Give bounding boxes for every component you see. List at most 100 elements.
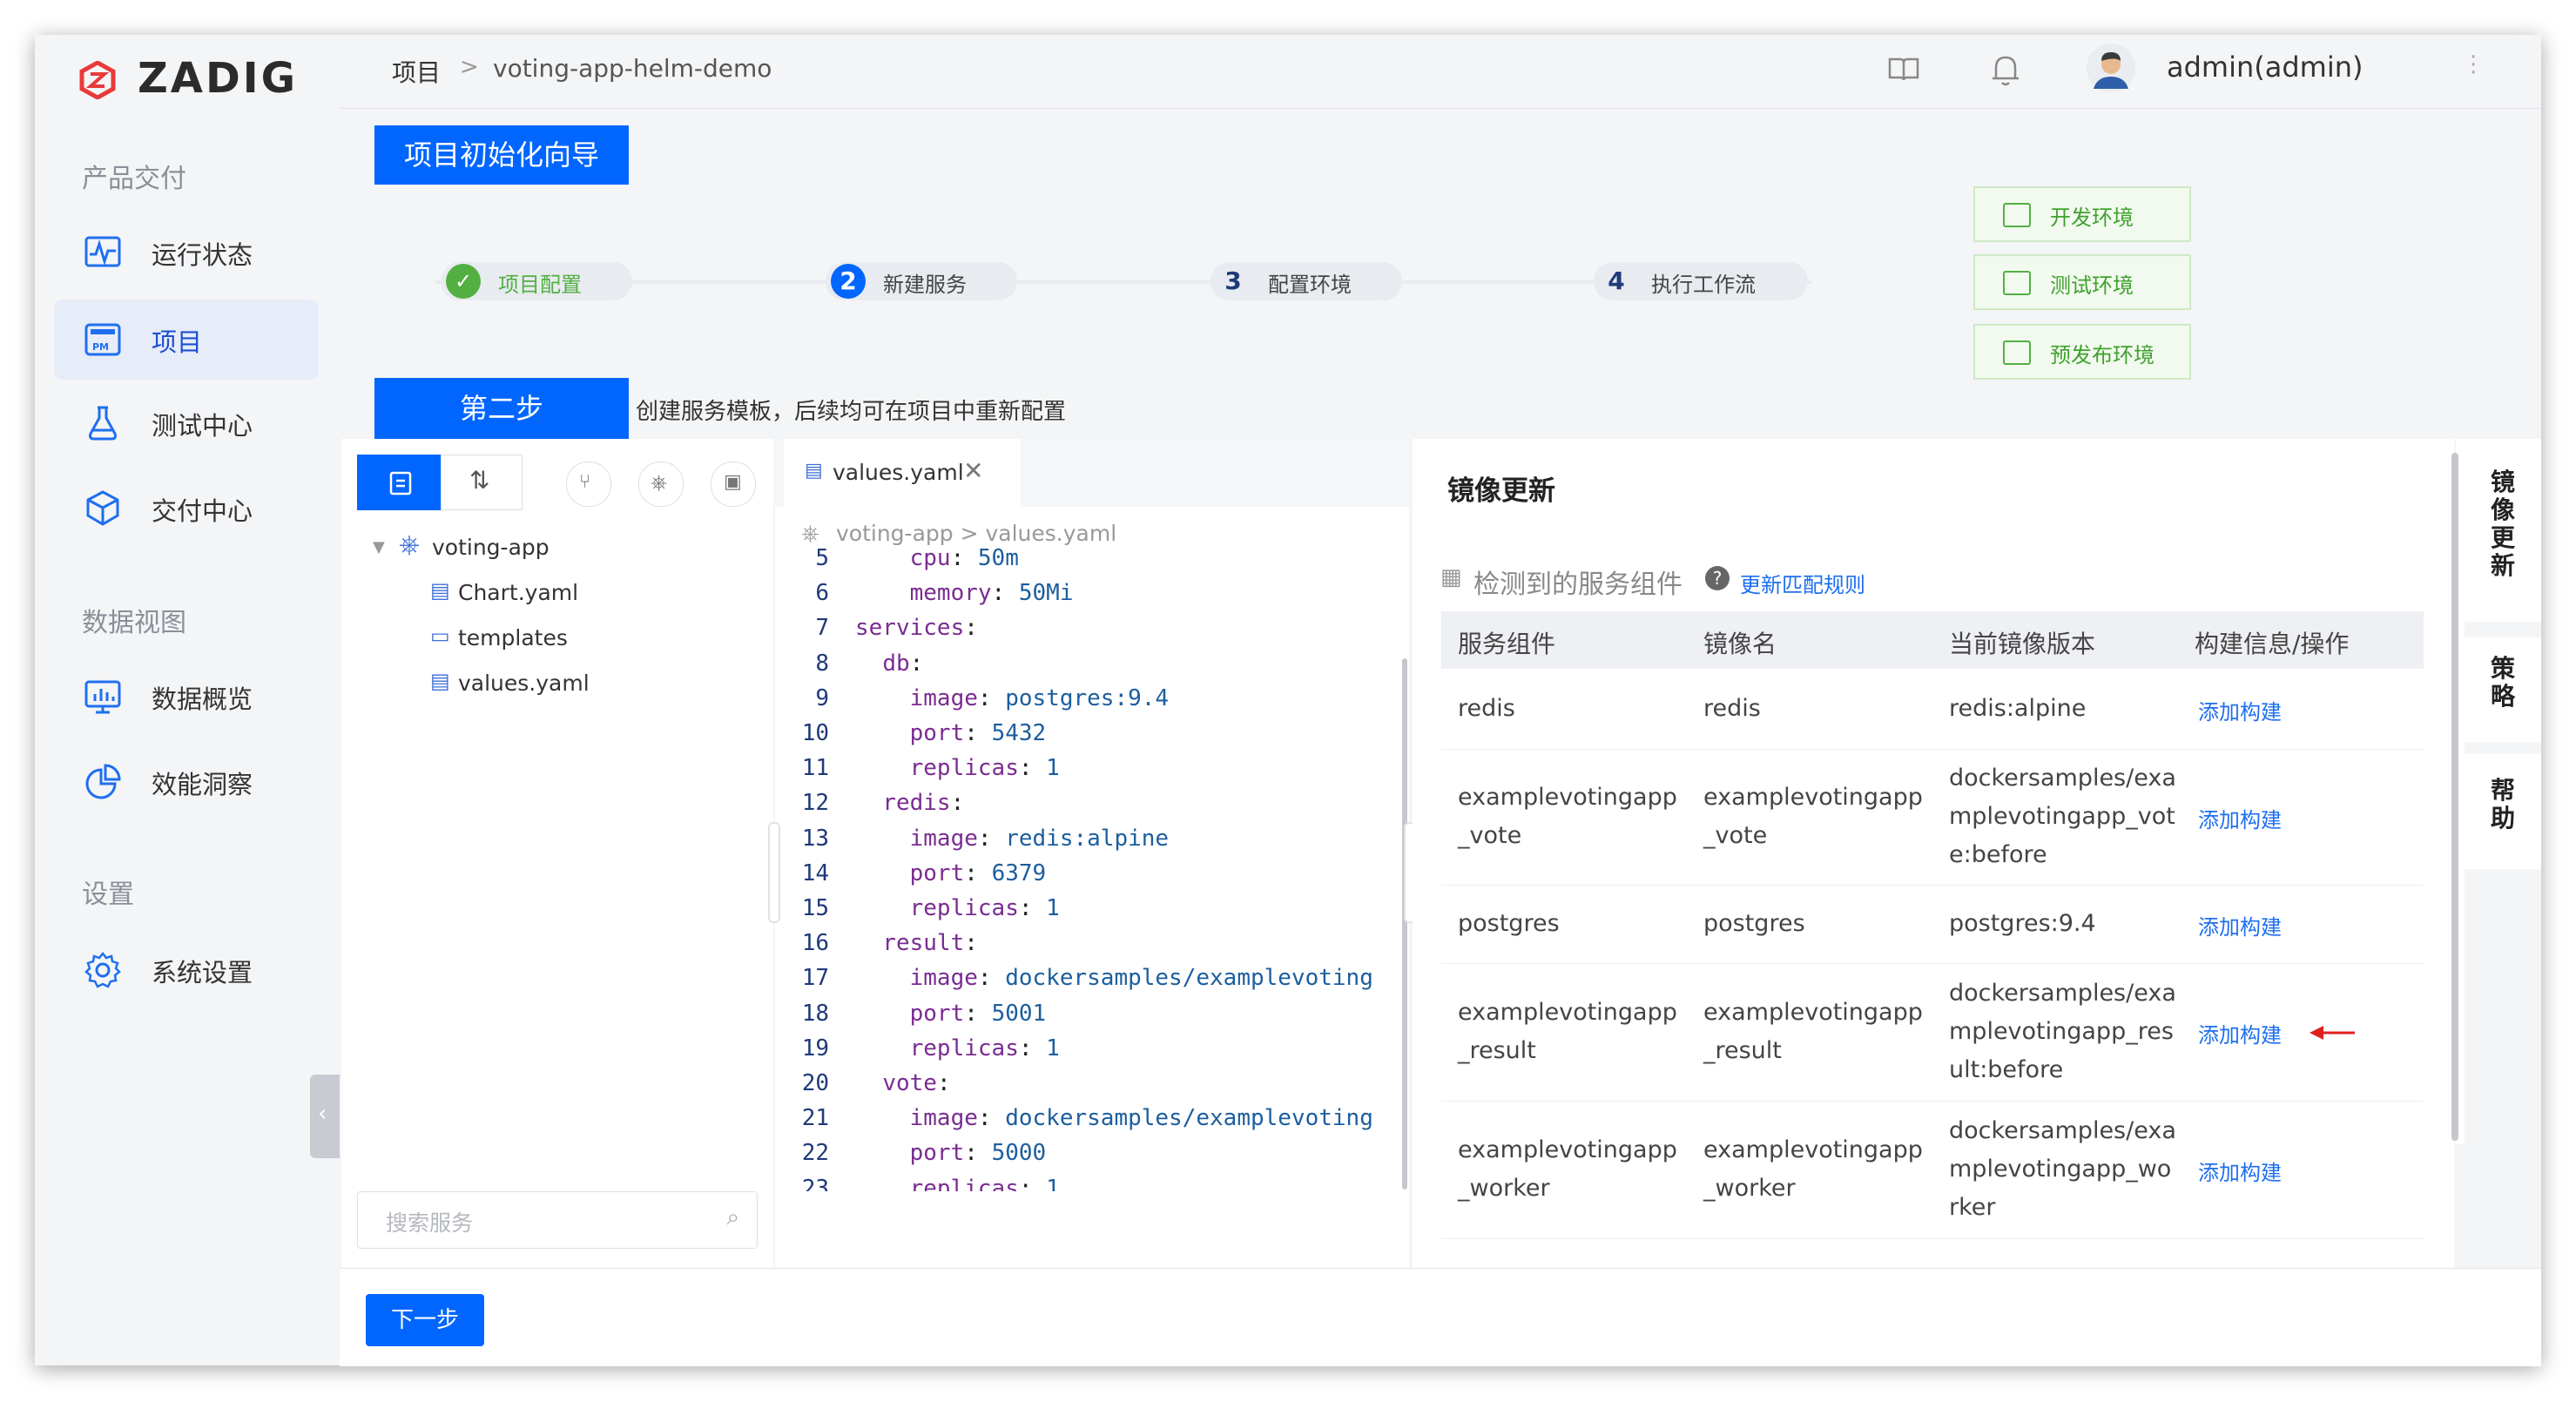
panel-resize-handle-left[interactable]	[768, 822, 780, 923]
service-search-input[interactable]: 搜索服务 ⌕	[357, 1191, 758, 1249]
cell-image: examplevotingapp _result	[1703, 994, 1923, 1070]
step-description: 创建服务模板，后续均可在项目中重新配置	[636, 399, 1067, 425]
cell-text: mplevotingapp_res	[1949, 1018, 2174, 1045]
sidebar-item-label: 测试中心	[152, 411, 253, 441]
user-name[interactable]: admin(admin)	[2167, 51, 2364, 84]
yaml-value: 1	[1046, 1175, 1060, 1191]
tab-help[interactable]: 帮助	[2465, 754, 2541, 869]
code-line: cpu: 50m	[909, 545, 1019, 571]
sidebar-item-insight[interactable]: 效能洞察	[54, 742, 319, 822]
breadcrumb-current: voting-app-helm-demo	[493, 54, 772, 83]
zadig-logo-icon	[79, 61, 116, 99]
line-number: 23	[801, 1175, 829, 1191]
yaml-value: postgres:9.4	[1005, 684, 1170, 711]
yaml-key: image	[909, 1105, 978, 1132]
update-rule-link[interactable]: 更新匹配规则	[1740, 568, 1865, 598]
cell-version: postgres:9.4	[1949, 905, 2096, 943]
tab-image-update[interactable]: 镜像更新	[2465, 439, 2541, 622]
step-run-workflow: 4 执行工作流	[1594, 262, 1808, 300]
cell-image: postgres	[1703, 905, 1805, 943]
bottom-action-bar	[340, 1268, 2541, 1366]
next-step-button[interactable]: 下一步	[366, 1294, 484, 1346]
svg-text:PM: PM	[92, 341, 109, 353]
code-icon	[2003, 203, 2031, 227]
cell-text: examplevotingapp	[1458, 1136, 1677, 1163]
sort-arrows-icon: ⇅	[469, 466, 490, 495]
sidebar-item-status[interactable]: 运行状态	[54, 212, 319, 293]
close-icon[interactable]: ✕	[963, 456, 983, 485]
tree-file-values[interactable]: values.yaml	[458, 671, 590, 696]
add-build-link[interactable]: 添加构建	[2198, 695, 2282, 725]
bell-icon[interactable]	[1991, 52, 2020, 87]
branch-icon: ⑂	[579, 471, 591, 493]
file-tree-panel	[341, 439, 773, 1268]
panel-title: 镜像更新	[1447, 475, 1555, 507]
code-line: image: postgres:9.4	[909, 684, 1170, 711]
project-pm-icon: PM	[84, 323, 121, 356]
cell-image: redis	[1703, 690, 1761, 728]
tab-strategy[interactable]: 策略	[2465, 637, 2541, 742]
step-number: 3	[1224, 266, 1242, 295]
add-build-link[interactable]: 添加构建	[2198, 1018, 2282, 1048]
env-button-staging[interactable]: 预发布环境	[1973, 324, 2191, 380]
yaml-value: 5432	[991, 720, 1047, 746]
sidebar-collapse-handle[interactable]: ‹	[310, 1075, 340, 1158]
breadcrumb-root[interactable]: 项目	[392, 54, 441, 89]
sidebar-item-system-settings[interactable]: 系统设置	[54, 930, 319, 1010]
pulse-icon	[84, 236, 121, 267]
tree-root-voting-app[interactable]: voting-app	[432, 535, 550, 560]
help-question-icon[interactable]: ?	[1705, 566, 1730, 590]
code-area[interactable]: 5 cpu: 50m 6 memory: 50Mi 7 services: 8 db:…	[775, 542, 1404, 1191]
panel-scrollbar[interactable]	[2451, 453, 2458, 1141]
sidebar-item-project[interactable]: PM 项目	[54, 300, 319, 380]
line-number: 16	[801, 930, 829, 957]
helm-button[interactable]: ⎈	[638, 462, 684, 507]
yaml-key: services	[855, 615, 965, 642]
col-header-version: 当前镜像版本	[1949, 630, 2096, 658]
tree-file-chart[interactable]: Chart.yaml	[458, 580, 578, 605]
editor-scrollbar[interactable]	[1402, 658, 1407, 1190]
template-button[interactable]: ▣	[711, 462, 756, 507]
line-number: 12	[801, 790, 829, 817]
sort-button[interactable]: ⇅	[441, 455, 523, 510]
add-build-link[interactable]: 添加构建	[2198, 803, 2282, 833]
tab-label: values.yaml	[833, 460, 964, 485]
code-line: image: redis:alpine	[909, 825, 1170, 852]
git-branch-button[interactable]: ⑂	[566, 462, 611, 507]
avatar[interactable]	[2087, 44, 2135, 92]
line-number: 19	[801, 1035, 829, 1062]
sidebar-item-data-overview[interactable]: 数据概览	[54, 657, 319, 737]
clipboard-icon	[389, 471, 412, 495]
cell-text: examplevotingapp	[1703, 784, 1923, 811]
wizard-title: 项目初始化向导	[374, 125, 629, 185]
sidebar-item-delivery-center[interactable]: 交付中心	[54, 468, 319, 549]
yaml-value: dockersamples/examplevoting	[1005, 1105, 1373, 1132]
cell-text: redis	[1703, 695, 1761, 722]
env-button-dev[interactable]: 开发环境	[1973, 186, 2191, 242]
tab-label: 镜像更新	[2491, 468, 2516, 580]
tree-folder-templates[interactable]: templates	[458, 625, 568, 650]
sidebar-item-test-center[interactable]: 测试中心	[54, 383, 319, 463]
yaml-value: 50Mi	[1018, 580, 1074, 607]
code-line: result:	[882, 930, 992, 957]
add-build-link[interactable]: 添加构建	[2198, 1156, 2282, 1186]
yaml-value: redis:alpine	[1005, 825, 1170, 852]
env-button-test[interactable]: 测试环境	[1973, 254, 2191, 310]
caret-down-icon[interactable]: ▼	[373, 538, 385, 556]
editor-tab-values[interactable]: ▤ values.yaml ✕	[784, 439, 1021, 507]
view-list-button[interactable]	[357, 455, 442, 510]
code-line: port: 6379	[909, 859, 1047, 886]
gear-icon	[84, 951, 121, 988]
more-vertical-icon[interactable]: · · ·	[2470, 46, 2477, 84]
section-title-delivery: 产品交付	[82, 164, 186, 194]
yaml-key: memory	[909, 580, 992, 607]
cell-image: examplevotingapp _worker	[1703, 1131, 1923, 1208]
add-build-link[interactable]: 添加构建	[2198, 910, 2282, 940]
cell-service: examplevotingapp _worker	[1458, 1131, 1677, 1208]
code-line: replicas: 1	[855, 1176, 1060, 1191]
book-icon[interactable]	[1888, 56, 1919, 84]
cell-service: redis	[1458, 690, 1515, 728]
sidebar-item-label: 效能洞察	[152, 770, 253, 799]
step-new-service: 2 新建服务	[826, 262, 1017, 300]
sidebar-item-label: 项目	[152, 327, 203, 357]
